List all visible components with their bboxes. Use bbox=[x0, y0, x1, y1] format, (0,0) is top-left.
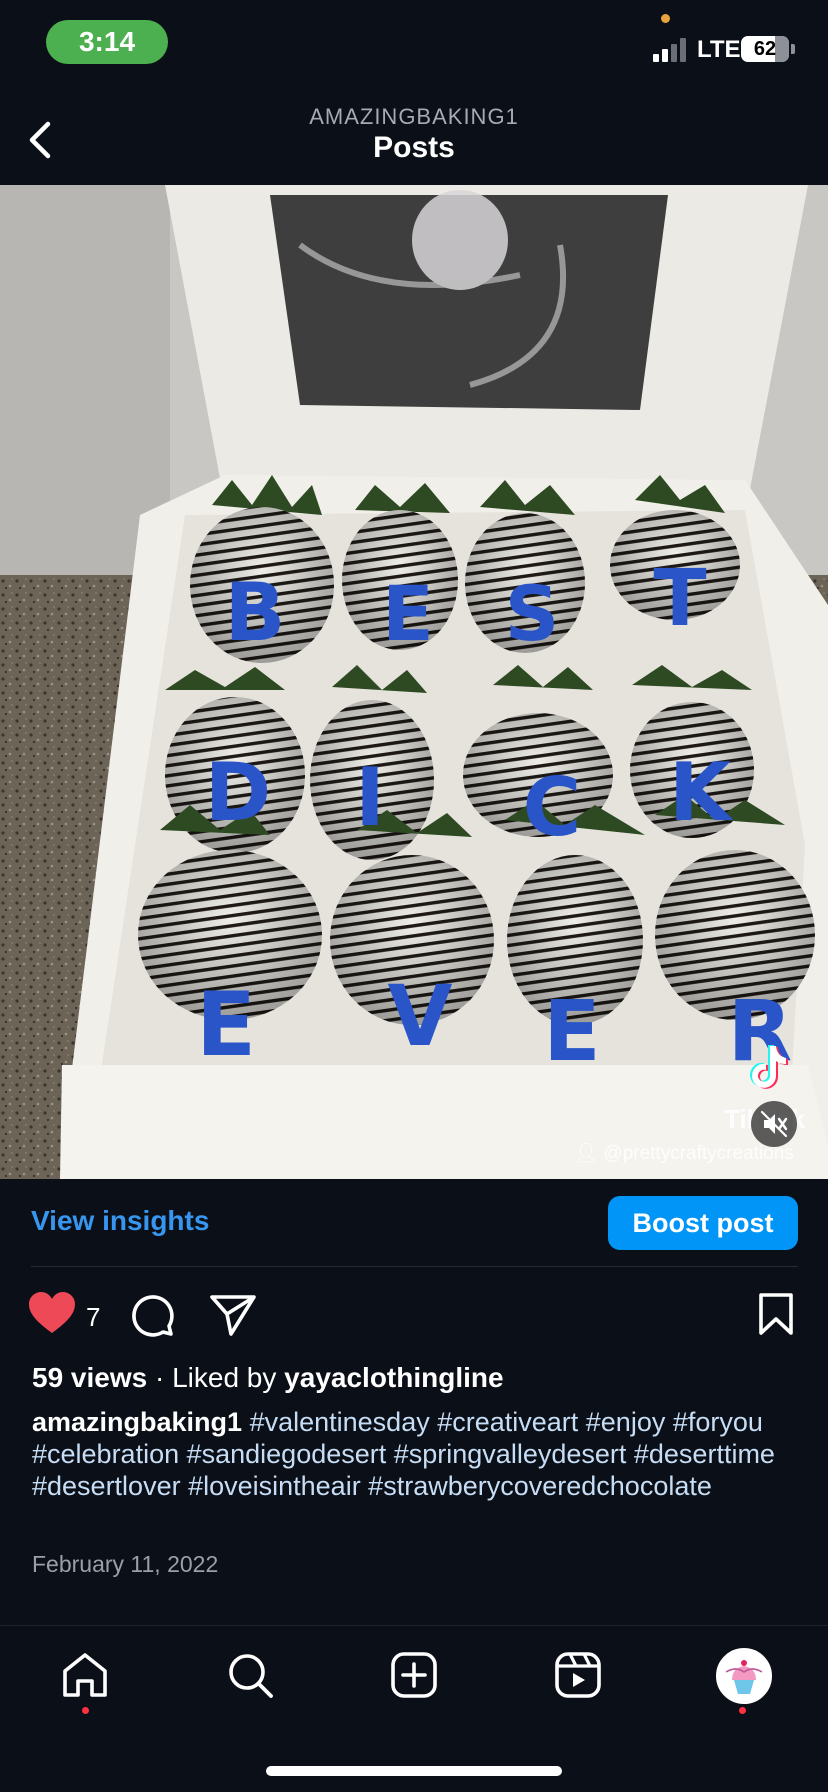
reels-icon[interactable] bbox=[554, 1651, 602, 1699]
battery-icon: 62 bbox=[741, 36, 789, 62]
search-icon[interactable] bbox=[226, 1651, 274, 1699]
letter-d: D bbox=[205, 746, 271, 839]
bookmark-icon[interactable] bbox=[756, 1292, 796, 1336]
network-type: LTE bbox=[697, 36, 741, 63]
home-notification-dot bbox=[82, 1707, 89, 1714]
person-icon: 👤︎ bbox=[574, 1143, 599, 1164]
view-insights-link[interactable]: View insights bbox=[31, 1205, 209, 1237]
letter-e3: E bbox=[543, 982, 600, 1080]
privacy-indicator-dot bbox=[661, 14, 670, 23]
like-count[interactable]: 7 bbox=[86, 1302, 100, 1333]
liked-by-user[interactable]: yayaclothingline bbox=[284, 1362, 503, 1393]
separator-dot: · bbox=[154, 1362, 173, 1393]
profile-avatar[interactable] bbox=[716, 1648, 772, 1704]
letter-e: E bbox=[382, 569, 434, 658]
post-media[interactable]: B E S T D I C K E V E R bbox=[0, 185, 828, 1179]
post-caption: amazingbaking1 #valentinesday #creativea… bbox=[32, 1406, 802, 1502]
home-icon[interactable] bbox=[60, 1651, 110, 1699]
tiktok-logo-icon bbox=[750, 1045, 788, 1089]
letter-i: I bbox=[355, 751, 385, 844]
letter-s: S bbox=[505, 569, 560, 658]
profile-notification-dot bbox=[739, 1707, 746, 1714]
account-username: AMAZINGBAKING1 bbox=[309, 104, 519, 129]
caption-username[interactable]: amazingbaking1 bbox=[32, 1407, 242, 1437]
views-count[interactable]: 59 views bbox=[32, 1362, 147, 1393]
divider bbox=[31, 1266, 798, 1267]
letter-c: C bbox=[523, 761, 582, 854]
letter-v: V bbox=[387, 967, 452, 1065]
views-liked-by: 59 views · Liked by yayaclothingline bbox=[32, 1362, 504, 1394]
letter-b: B bbox=[225, 566, 286, 659]
nav-divider bbox=[0, 1625, 828, 1626]
mute-button[interactable] bbox=[751, 1101, 797, 1147]
page-title: Posts bbox=[373, 131, 455, 164]
liked-by-prefix: Liked by bbox=[172, 1362, 277, 1393]
battery-tip bbox=[791, 44, 795, 54]
letter-k: K bbox=[669, 746, 734, 839]
paper-plane-icon[interactable] bbox=[209, 1292, 257, 1338]
battery-level: 62 bbox=[753, 38, 777, 60]
strawberries-grid: B E S T D I C K E V E R bbox=[138, 475, 815, 1080]
signal-icon bbox=[653, 36, 689, 62]
status-bar: 3:14 LTE 62 bbox=[0, 0, 828, 90]
heart-icon[interactable] bbox=[27, 1290, 77, 1336]
comment-icon[interactable] bbox=[129, 1292, 175, 1338]
letter-e2: E bbox=[196, 973, 256, 1076]
cupcake-logo-icon bbox=[718, 1650, 770, 1702]
create-icon[interactable] bbox=[390, 1651, 438, 1699]
speaker-muted-icon bbox=[760, 1110, 788, 1138]
boost-post-button[interactable]: Boost post bbox=[608, 1196, 798, 1250]
letter-t: T bbox=[653, 554, 706, 644]
status-time: 3:14 bbox=[46, 20, 168, 64]
post-date: February 11, 2022 bbox=[32, 1551, 219, 1577]
home-indicator[interactable] bbox=[266, 1766, 562, 1776]
